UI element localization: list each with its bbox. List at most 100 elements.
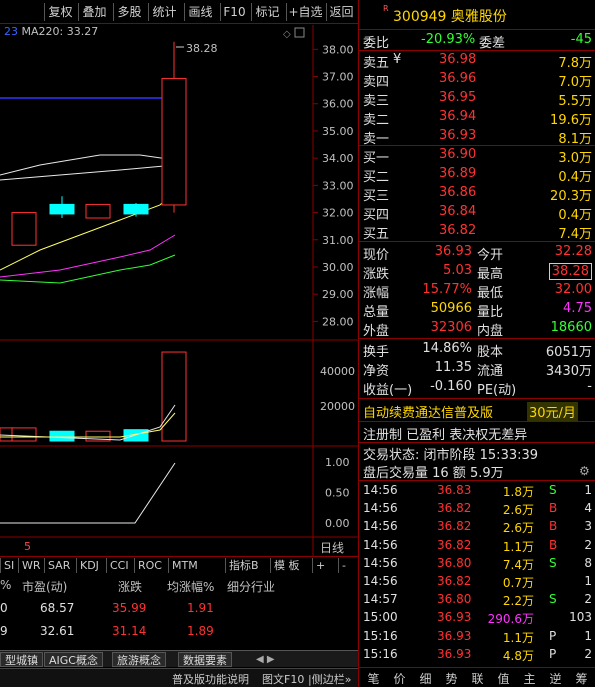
weibi-row: 委比 -20.93% 委差 -45 xyxy=(359,31,595,51)
ma-legend: 23 MA220: 33.27 xyxy=(4,25,98,38)
tab-zhu[interactable]: 主 xyxy=(517,670,542,687)
col-header-change[interactable]: 涨跌 xyxy=(118,578,142,595)
tab-minus[interactable]: - xyxy=(338,558,356,573)
ask-row[interactable]: 卖二 36.94 19.6万 xyxy=(359,108,595,128)
tab-template[interactable]: 模 板 xyxy=(270,558,304,573)
bid-row[interactable]: 买四 36.84 0.4万 xyxy=(359,203,595,223)
tab-plus[interactable]: + xyxy=(312,558,332,573)
after-hours-row: 盘后交易量 16 额 5.9万 xyxy=(359,461,595,481)
fund-value-1: -0.160 xyxy=(430,379,472,394)
tab-roc[interactable]: ROC xyxy=(134,558,168,573)
toolbar-f10-button[interactable]: F10 xyxy=(220,3,248,21)
tab-xi[interactable]: 细 xyxy=(413,670,438,687)
concept-tab-data[interactable]: 数据要素 xyxy=(178,652,232,667)
ma-line-green xyxy=(0,254,176,284)
tick-count: 103 xyxy=(569,610,592,625)
status-sidebar-toggle[interactable]: |侧边栏» xyxy=(308,671,351,687)
tick-price: 36.82 xyxy=(437,537,472,552)
bid-volume: 20.3万 xyxy=(550,189,592,204)
toolbar-mark-button[interactable]: 标记 xyxy=(251,3,283,21)
kline-chart-area[interactable]: 38.00 37.00 36.00 35.00 34.00 33.00 32.00 31.00… xyxy=(0,25,358,557)
tick-count: 3 xyxy=(584,519,592,534)
ask-row[interactable]: 卖一 36.93 8.1万 xyxy=(359,127,595,147)
quote-panel: R 300949 奥雅股份 委比 -20.93% 委差 -45 卖五 ¥ 36.… xyxy=(358,0,595,687)
col-header-pe[interactable]: 市盈(动) xyxy=(22,578,67,595)
stat-row: 涨幅 15.77% 最低 32.00 xyxy=(359,281,595,301)
stat-label-2: 量比 xyxy=(477,305,504,320)
gear-icon[interactable]: ⚙ xyxy=(579,464,590,478)
toolbar-stats-button[interactable]: 统计 xyxy=(148,3,180,21)
tab-bi[interactable]: 笔 xyxy=(361,670,386,687)
promo-row[interactable]: 自动续费通达信普及版 30元/月 xyxy=(359,401,595,421)
toolbar-multistock-button[interactable]: 多股 xyxy=(113,3,145,21)
kline-chart-svg: 38.00 37.00 36.00 35.00 34.00 33.00 32.00 31.00… xyxy=(0,25,358,557)
stat-label-2: 最高 xyxy=(477,267,504,282)
fund-label-1: 换手 xyxy=(363,345,390,360)
toolbar-overlay-button[interactable]: 叠加 xyxy=(78,3,110,21)
concept-tab-aigc[interactable]: AIGC概念 xyxy=(44,652,103,667)
bid-row[interactable]: 买五 36.82 7.4万 xyxy=(359,222,595,242)
ask-row[interactable]: 卖五 ¥ 36.98 7.8万 xyxy=(359,51,595,71)
tab-cci[interactable]: CCI xyxy=(106,558,134,573)
ask-row[interactable]: 卖三 36.95 5.5万 xyxy=(359,89,595,109)
maximize-icon[interactable] xyxy=(294,27,305,38)
bid-row[interactable]: 买三 36.86 20.3万 xyxy=(359,184,595,204)
tab-kdj[interactable]: KDJ xyxy=(76,558,106,573)
tick-count: 1 xyxy=(584,483,592,497)
tab-ni[interactable]: 逆 xyxy=(543,670,568,687)
tab-chou[interactable]: 筹 xyxy=(569,670,594,687)
ask-price: 36.95 xyxy=(439,90,477,105)
ask-price: 36.98 xyxy=(439,52,477,67)
fundamental-row: 收益(一) -0.160 PE(动) - xyxy=(359,378,595,398)
tab-indicator-b[interactable]: 指标B xyxy=(225,558,265,573)
tick-volume: 1.1万 xyxy=(502,630,534,645)
tab-zhi[interactable]: 值 xyxy=(491,670,516,687)
stock-code-name: 300949 奥雅股份 xyxy=(393,9,507,25)
tick-volume: 7.4万 xyxy=(502,557,534,572)
tick-row: 14:56 36.82 1.1万 B 2 xyxy=(359,537,595,555)
bid-row[interactable]: 买二 36.89 0.4万 xyxy=(359,165,595,185)
stat-label-2: 内盘 xyxy=(477,324,504,339)
scroll-arrows-icon[interactable]: ◀ ▶ xyxy=(256,654,275,665)
col-header-industry[interactable]: 细分行业 xyxy=(227,578,275,595)
tick-side: S xyxy=(549,592,557,607)
tab-jia[interactable]: 价 xyxy=(387,670,412,687)
concept-tab-tourism[interactable]: 旅游概念 xyxy=(112,652,166,667)
tab-shi[interactable]: 势 xyxy=(439,670,464,687)
concept-tab-urbanization[interactable]: 型城镇 xyxy=(0,652,43,667)
tab-si[interactable]: SI xyxy=(0,558,18,573)
tick-price: 36.80 xyxy=(437,555,472,570)
promo-text[interactable]: 自动续费通达信普及版 xyxy=(363,402,493,421)
tab-lian[interactable]: 联 xyxy=(465,670,490,687)
stat-row: 外盘 32306 内盘 18660 xyxy=(359,319,595,339)
ma-prefix: 23 xyxy=(4,25,18,38)
col-header-pct: % xyxy=(0,578,12,592)
tick-count: 1 xyxy=(584,574,592,588)
status-f10-link[interactable]: 图文F10 xyxy=(262,671,304,687)
tick-price: 36.82 xyxy=(437,574,472,588)
bid-volume: 0.4万 xyxy=(558,208,592,223)
col-header-avg-change[interactable]: 均涨幅% xyxy=(167,578,214,595)
status-help-link[interactable]: 普及版功能说明 xyxy=(172,671,249,687)
tick-price: 36.93 xyxy=(437,628,472,643)
toolbar-back-button[interactable]: 返回 xyxy=(326,3,356,21)
bid-row[interactable]: 买一 36.90 3.0万 xyxy=(359,146,595,166)
ask-volume: 7.8万 xyxy=(558,56,592,71)
toolbar-draw-button[interactable]: 画线 xyxy=(184,3,216,21)
indicator-tick-label: 0.50 xyxy=(325,487,350,500)
ask-label: 卖四 xyxy=(363,75,390,90)
price-tick-label: 37.00 xyxy=(322,71,354,84)
toolbar-add-watchlist-button[interactable]: +自选 xyxy=(286,3,324,21)
promo-price[interactable]: 30元/月 xyxy=(527,402,578,421)
trade-status-row: 交易状态: 闭市阶段 15:33:39 xyxy=(359,443,595,463)
tick-volume: 2.2万 xyxy=(502,594,534,609)
tick-count: 1 xyxy=(584,628,592,643)
price-tick-label: 34.00 xyxy=(322,152,354,165)
weibi-value: -20.93% xyxy=(421,32,476,47)
tab-wr[interactable]: WR xyxy=(18,558,44,573)
toolbar-fuquan-button[interactable]: 复权 xyxy=(44,3,76,21)
ask-row[interactable]: 卖四 36.96 7.0万 xyxy=(359,70,595,90)
tab-sar[interactable]: SAR xyxy=(44,558,76,573)
table-row-0-change: 35.99 xyxy=(112,601,147,615)
tab-mtm[interactable]: MTM xyxy=(168,558,202,573)
